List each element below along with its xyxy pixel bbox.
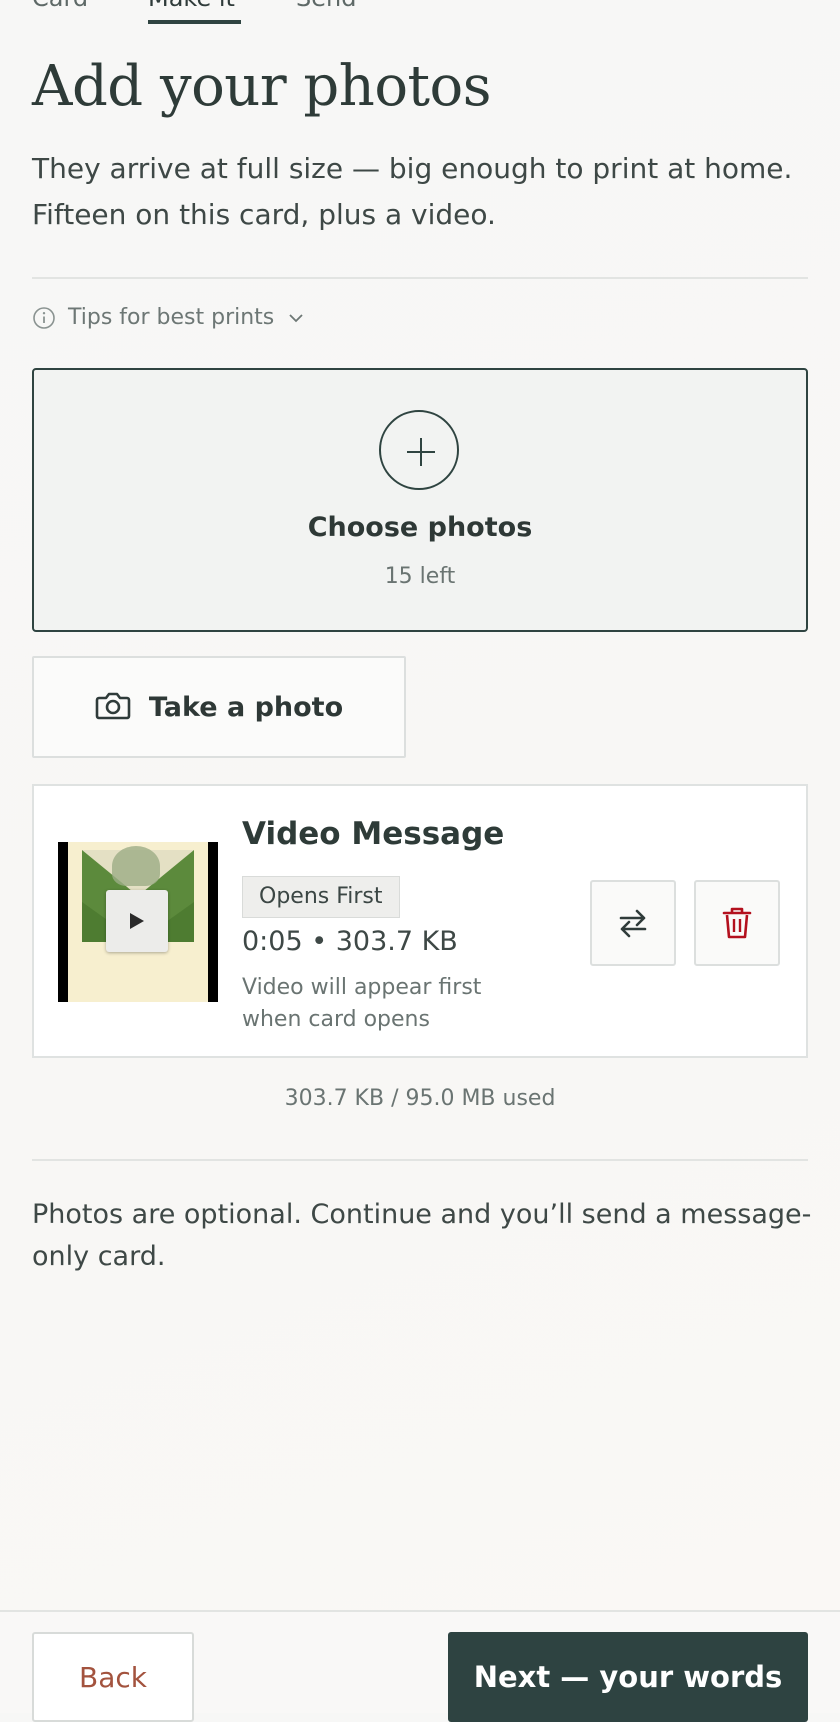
photos-remaining: 15 left	[384, 564, 456, 589]
choose-photos-label: Choose photos	[307, 512, 533, 543]
tips-toggle[interactable]: Tips for best prints	[32, 305, 306, 330]
next-button[interactable]: Next — your words	[448, 1632, 808, 1722]
replace-video-button[interactable]	[590, 880, 676, 966]
tips-label: Tips for best prints	[68, 305, 275, 330]
video-title: Video Message	[242, 816, 505, 852]
video-message-card: Video Message Opens First 0:05 • 303.7 K…	[32, 784, 808, 1058]
tab-card[interactable]: Card	[32, 0, 88, 10]
take-photo-button[interactable]: Take a photo	[32, 656, 406, 758]
opens-first-badge: Opens First	[242, 876, 400, 918]
plus-icon	[379, 410, 459, 490]
trash-icon	[722, 907, 752, 939]
footer-bar: Back Next — your words	[0, 1610, 840, 1722]
divider	[32, 277, 808, 279]
active-tab-indicator	[148, 20, 241, 24]
tab-make-it[interactable]: Make it	[148, 0, 235, 10]
video-thumbnail[interactable]	[58, 842, 218, 1002]
video-note: Video will appear first when card opens	[242, 975, 482, 1032]
card-illustration	[112, 846, 160, 886]
tab-send[interactable]: Send	[296, 0, 356, 10]
step-tabs: Card Make it Send	[32, 0, 432, 26]
chevron-down-icon	[286, 308, 306, 328]
back-button[interactable]: Back	[32, 1632, 194, 1722]
camera-icon	[95, 689, 131, 725]
take-photo-label: Take a photo	[148, 691, 344, 723]
delete-video-button[interactable]	[694, 880, 780, 966]
swap-icon	[619, 909, 647, 938]
choose-photos-dropzone[interactable]: Choose photos 15 left	[32, 368, 808, 632]
play-button[interactable]	[106, 890, 168, 952]
video-meta: 0:05 • 303.7 KB	[242, 926, 458, 957]
storage-usage: 303.7 KB / 95.0 MB used	[284, 1086, 556, 1111]
page-subtitle: They arrive at full size — big enough to…	[32, 152, 793, 231]
play-icon	[130, 913, 144, 929]
optional-note: Photos are optional. Continue and you’ll…	[32, 1199, 812, 1272]
page-title: Add your photos	[32, 54, 492, 119]
divider	[32, 1159, 808, 1161]
info-icon	[32, 306, 56, 330]
